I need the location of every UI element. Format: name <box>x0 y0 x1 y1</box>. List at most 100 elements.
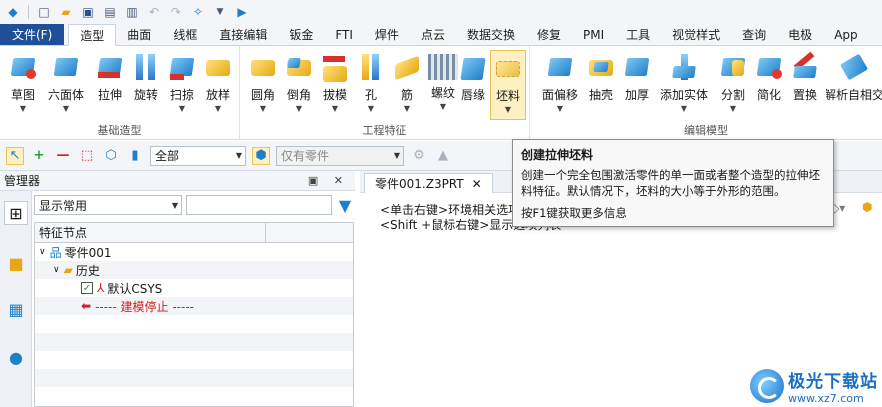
chevron-down-icon: ▼ <box>680 104 688 113</box>
hexagon-select-icon[interactable]: ⬡ <box>102 147 120 165</box>
lock-icon[interactable]: ▲ <box>434 147 452 165</box>
parse-self-intersect-button[interactable]: 解析自相交 <box>826 50 882 120</box>
hole-button[interactable]: 孔 ▼ <box>354 50 388 120</box>
fillet-button[interactable]: 圆角 ▼ <box>246 50 280 120</box>
tab-sheetmetal[interactable]: 钣金 <box>278 24 324 45</box>
tab-file[interactable]: 文件(F) <box>0 24 65 45</box>
node-label: ----- 建模停止 ----- <box>95 299 194 314</box>
chevron-down-icon: ▼ <box>259 104 267 113</box>
chevron-down-icon: ▼ <box>367 104 375 113</box>
tab-app[interactable]: App <box>823 24 868 45</box>
tab-wireframe[interactable]: 线框 <box>162 24 208 45</box>
tab-weld[interactable]: 焊件 <box>364 24 410 45</box>
tab-surface[interactable]: 曲面 <box>116 24 162 45</box>
watermark: 极光下载站 www.xz7.com <box>750 367 878 405</box>
button-label: 孔 <box>364 88 377 102</box>
dropdown-icon[interactable]: ▼ <box>211 3 229 21</box>
tab-repair[interactable]: 修复 <box>526 24 572 45</box>
offset-face-button[interactable]: 面偏移 ▼ <box>540 50 580 120</box>
tab-fti[interactable]: FTI <box>324 24 364 45</box>
watermark-logo-icon <box>750 369 784 403</box>
tooltip-description: 创建一个完全包围激活零件的单一面或者整个造型的拉伸坯料特征。默认情况下，坯料的大… <box>521 168 820 198</box>
tab-electrode[interactable]: 电极 <box>777 24 823 45</box>
tab-data-exchange[interactable]: 数据交换 <box>456 24 526 45</box>
remove-icon[interactable]: — <box>54 147 72 165</box>
feature-tree: 特征节点 ∨ 品 零件001 ∨ ▰ 历史 ✓ ⅄ 默认CSYS ⬅ -----… <box>34 222 354 407</box>
folder-icon: ▰ <box>63 263 73 277</box>
thread-button[interactable]: 螺纹 ▼ <box>426 50 460 120</box>
checkbox-checked-icon[interactable]: ✓ <box>81 282 93 294</box>
filter-chart-icon[interactable]: ▮ <box>126 147 144 165</box>
tab-visual-style[interactable]: 视觉样式 <box>661 24 731 45</box>
tab-modeling[interactable]: 造型 <box>68 24 117 46</box>
settings-icon[interactable]: ⚙ <box>410 147 428 165</box>
tab-pmi[interactable]: PMI <box>572 24 615 45</box>
loft-button[interactable]: 放样 ▼ <box>201 50 235 120</box>
extrude-button[interactable]: 拉伸 <box>93 50 127 120</box>
tree-node-csys[interactable]: ✓ ⅄ 默认CSYS <box>35 279 353 297</box>
group-label: 基础造型 <box>97 124 142 137</box>
add-icon[interactable]: + <box>30 147 48 165</box>
button-label: 拉伸 <box>97 88 122 102</box>
filter-funnel-icon[interactable]: ▼ <box>336 196 354 215</box>
button-label: 解析自相交 <box>826 88 882 102</box>
offset-face-icon <box>545 52 575 82</box>
thicken-button[interactable]: 加厚 <box>620 50 654 120</box>
group-label: 工程特征 <box>362 124 407 137</box>
box-select-icon[interactable]: ⬚ <box>78 147 96 165</box>
document-tab[interactable]: 零件001.Z3PRT ✕ <box>364 173 493 193</box>
button-label: 草图 <box>10 88 35 102</box>
filter-select[interactable]: 全部 ▼ <box>150 145 246 166</box>
save-icon[interactable]: ▣ <box>79 3 97 21</box>
new-file-icon[interactable]: □ <box>35 3 53 21</box>
chamfer-button[interactable]: 倒角 ▼ <box>282 50 316 120</box>
button-label: 分割 <box>720 88 745 102</box>
button-label: 置换 <box>792 88 817 102</box>
tree-node-part[interactable]: ∨ 品 零件001 <box>35 243 353 261</box>
sweep-icon <box>167 52 197 82</box>
play-icon[interactable]: ▶ <box>233 3 251 21</box>
history-tree-icon[interactable]: ⊞ <box>4 201 28 225</box>
select-cursor-icon[interactable]: ↖ <box>6 146 24 165</box>
close-icon[interactable]: ✕ <box>472 177 482 191</box>
display-select[interactable]: 显示常用 ▼ <box>34 195 182 215</box>
manager-search-input[interactable] <box>186 195 332 215</box>
tab-query[interactable]: 查询 <box>731 24 777 45</box>
chevron-down-icon[interactable]: ∨ <box>53 265 60 275</box>
button-label: 抽壳 <box>588 88 613 102</box>
shell-button[interactable]: 抽壳 <box>584 50 618 120</box>
tree-node-history[interactable]: ∨ ▰ 历史 <box>35 261 353 279</box>
user-icon[interactable]: ● <box>4 345 28 369</box>
print-icon[interactable]: ▤ <box>101 3 119 21</box>
rotate-view-icon[interactable]: ✧ <box>189 3 207 21</box>
lip-button[interactable]: 唇缘 <box>456 50 490 120</box>
split-button[interactable]: 分割 ▼ <box>716 50 750 120</box>
stock-button[interactable]: 坯料 ▼ <box>490 50 526 120</box>
button-label: 螺纹 <box>430 86 455 100</box>
sweep-button[interactable]: 扫掠 ▼ <box>165 50 199 120</box>
print-preview-icon[interactable]: ▥ <box>123 3 141 21</box>
simplify-button[interactable]: 简化 <box>752 50 786 120</box>
assembly-cube-icon[interactable]: ■ <box>4 251 28 275</box>
draft-button[interactable]: 拔模 ▼ <box>318 50 352 120</box>
chevron-down-icon[interactable]: ∨ <box>39 247 46 257</box>
tab-direct-edit[interactable]: 直接编辑 <box>208 24 278 45</box>
panel-controls[interactable]: ▣ ✕ <box>308 174 349 187</box>
part-scope-select[interactable]: 仅有零件 ▼ <box>276 145 404 166</box>
redo-icon[interactable]: ↷ <box>167 3 185 21</box>
rib-button[interactable]: 筋 ▼ <box>390 50 424 120</box>
view-manager-icon[interactable]: ▦ <box>4 297 28 321</box>
tree-node-stop-marker[interactable]: ⬅ ----- 建模停止 ----- <box>35 297 353 315</box>
tab-point-cloud[interactable]: 点云 <box>410 24 456 45</box>
open-folder-icon[interactable]: ▰ <box>57 3 75 21</box>
thicken-icon <box>622 52 652 82</box>
revolve-button[interactable]: 旋转 <box>129 50 163 120</box>
hexahedron-button[interactable]: 六面体 ▼ <box>46 50 86 120</box>
tab-tools[interactable]: 工具 <box>615 24 661 45</box>
sketch-button[interactable]: 草图 ▼ <box>6 50 40 120</box>
part-filter-icon[interactable]: ⬢ <box>252 146 270 165</box>
render-mode-icon[interactable]: ⬢ <box>862 200 872 214</box>
add-solid-button[interactable]: 添加实体 ▼ <box>658 50 710 120</box>
replace-button[interactable]: 置换 <box>788 50 822 120</box>
undo-icon[interactable]: ↶ <box>145 3 163 21</box>
